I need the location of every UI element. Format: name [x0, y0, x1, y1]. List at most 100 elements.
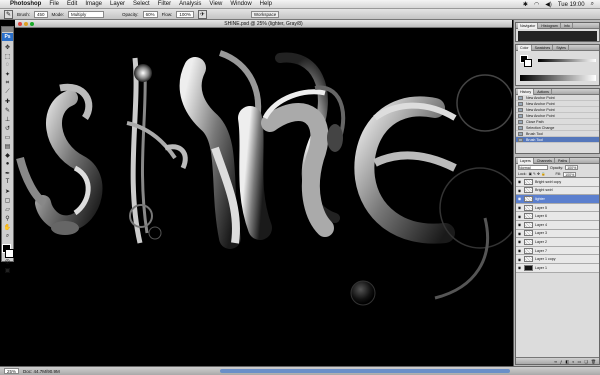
eye-icon[interactable]: ◉: [517, 179, 522, 184]
menu-edit[interactable]: Edit: [67, 1, 77, 7]
blur-tool-icon[interactable]: ◆: [2, 151, 13, 159]
menu-select[interactable]: Select: [133, 1, 150, 7]
tab-navigator[interactable]: Navigator: [518, 22, 539, 29]
trash-icon[interactable]: 🗑: [591, 359, 596, 364]
tab-paths[interactable]: Paths: [556, 157, 571, 164]
bg-color-chip[interactable]: [524, 59, 532, 67]
layer-row-selected[interactable]: ◉ lighter: [516, 195, 599, 204]
flow-field[interactable]: 100%: [176, 10, 194, 18]
tab-actions[interactable]: Actions: [535, 88, 552, 95]
history-item-selected[interactable]: Brush Tool: [516, 137, 599, 143]
ps-logo-icon[interactable]: Ps: [2, 33, 13, 41]
minimize-window-icon[interactable]: [24, 22, 28, 26]
app-menu[interactable]: Photoshop: [10, 1, 41, 7]
tab-layers[interactable]: Layers: [518, 157, 534, 164]
navigator-preview[interactable]: [518, 31, 597, 41]
screen-mode-icon[interactable]: ▣: [2, 266, 13, 274]
opacity-field[interactable]: 60%: [142, 10, 158, 18]
bluetooth-icon[interactable]: ✱: [523, 1, 528, 8]
toolbox-header[interactable]: [2, 27, 13, 32]
eye-icon[interactable]: ◉: [517, 257, 522, 262]
layer-row[interactable]: ◉ Layer 4: [516, 220, 599, 230]
shape-tool-icon[interactable]: ▢: [2, 196, 13, 204]
volume-icon[interactable]: ◀): [545, 1, 552, 8]
crop-tool-icon[interactable]: ⌗: [2, 79, 13, 87]
eye-icon[interactable]: ◉: [517, 231, 522, 236]
eraser-tool-icon[interactable]: ▭: [2, 133, 13, 141]
menu-analysis[interactable]: Analysis: [179, 1, 201, 7]
zoom-window-icon[interactable]: [30, 22, 34, 26]
workspace-button[interactable]: Workspace: [250, 10, 280, 18]
eye-icon[interactable]: ◉: [517, 239, 522, 244]
eye-icon[interactable]: ◉: [517, 222, 522, 227]
slice-tool-icon[interactable]: ⟋: [2, 88, 13, 96]
quick-mask-icon[interactable]: ◎: [2, 257, 13, 265]
new-group-icon[interactable]: ▭: [578, 359, 582, 364]
layer-style-icon[interactable]: ƒ: [560, 359, 562, 364]
move-tool-icon[interactable]: ✥: [2, 43, 13, 51]
layer-row[interactable]: ◉ Layer 5: [516, 203, 599, 213]
layer-row[interactable]: ◉ Layer 1 copy: [516, 255, 599, 264]
gray-slider[interactable]: [538, 59, 596, 62]
layer-row[interactable]: ◉ Bright swirl copy: [516, 178, 599, 187]
eyedropper-tool-icon[interactable]: ⚲: [2, 214, 13, 222]
layer-row[interactable]: ◉ Layer 7: [516, 246, 599, 256]
layer-row[interactable]: ◉ Layer 1: [516, 263, 599, 273]
history-brush-tool-icon[interactable]: ↺: [2, 124, 13, 132]
zoom-field[interactable]: 25%: [4, 368, 20, 374]
menu-file[interactable]: File: [49, 1, 59, 7]
layer-mask-icon[interactable]: ◧: [565, 359, 569, 364]
tab-histogram[interactable]: Histogram: [539, 22, 561, 29]
layer-row[interactable]: ◉ Layer 6: [516, 212, 599, 221]
eye-icon[interactable]: ◉: [517, 205, 522, 210]
layer-row[interactable]: ◉ Layer 2: [516, 238, 599, 247]
tab-info[interactable]: Info: [562, 22, 573, 29]
close-window-icon[interactable]: [18, 22, 22, 26]
blend-mode-select[interactable]: Normal: [518, 165, 548, 170]
eye-icon[interactable]: ◉: [517, 214, 522, 219]
eye-icon[interactable]: ◉: [517, 196, 522, 201]
notes-tool-icon[interactable]: ▱: [2, 205, 13, 213]
horizontal-scrollbar[interactable]: [220, 369, 510, 373]
tab-color[interactable]: Color: [518, 44, 532, 51]
clock[interactable]: Tue 19:00: [558, 2, 585, 8]
hand-tool-icon[interactable]: ✋: [2, 223, 13, 231]
type-tool-icon[interactable]: T: [2, 178, 13, 186]
magic-wand-tool-icon[interactable]: ✦: [2, 70, 13, 78]
layer-row[interactable]: ◉ Layer 3: [516, 229, 599, 239]
menu-window[interactable]: Window: [230, 1, 251, 7]
gradient-tool-icon[interactable]: ▤: [2, 142, 13, 150]
menu-filter[interactable]: Filter: [158, 1, 171, 7]
path-select-tool-icon[interactable]: ➤: [2, 187, 13, 195]
marquee-tool-icon[interactable]: ⬚: [2, 52, 13, 60]
eye-icon[interactable]: ◉: [517, 265, 522, 270]
document-title-bar[interactable]: SHINE.psd @ 25% (lighter, Gray/8): [15, 20, 512, 28]
tab-channels[interactable]: Channels: [535, 157, 555, 164]
doc-size-info[interactable]: Doc: 44.7M/90.9M: [23, 369, 60, 374]
eye-icon[interactable]: ◉: [517, 248, 522, 253]
menu-view[interactable]: View: [209, 1, 222, 7]
tab-history[interactable]: History: [518, 88, 535, 95]
document-canvas[interactable]: [15, 28, 512, 366]
menu-help[interactable]: Help: [260, 1, 272, 7]
brush-tool-icon[interactable]: ✎: [2, 106, 13, 114]
stamp-tool-icon[interactable]: ⊥: [2, 115, 13, 123]
brush-preset-icon[interactable]: ✎: [4, 9, 13, 19]
lasso-tool-icon[interactable]: ◌: [2, 61, 13, 69]
menu-layer[interactable]: Layer: [110, 1, 125, 7]
lock-icon[interactable]: ▣ ✎ ✥ 🔒: [529, 172, 546, 176]
layer-opacity-field[interactable]: 100%: [565, 165, 579, 170]
pen-tool-icon[interactable]: ✒: [2, 169, 13, 177]
menu-image[interactable]: Image: [85, 1, 102, 7]
tab-swatches[interactable]: Swatches: [533, 44, 554, 51]
zoom-tool-icon[interactable]: ⌕: [2, 232, 13, 240]
spotlight-icon[interactable]: ⌕: [591, 1, 594, 8]
background-color[interactable]: [5, 249, 14, 258]
dodge-tool-icon[interactable]: ●: [2, 160, 13, 168]
brush-size-picker[interactable]: 450: [34, 10, 48, 18]
wifi-icon[interactable]: ◠: [534, 1, 539, 8]
gray-ramp[interactable]: [520, 75, 596, 81]
link-layers-icon[interactable]: ∞: [554, 359, 557, 364]
mode-select[interactable]: Multiply: [68, 10, 105, 18]
new-layer-icon[interactable]: ❏: [584, 359, 588, 364]
